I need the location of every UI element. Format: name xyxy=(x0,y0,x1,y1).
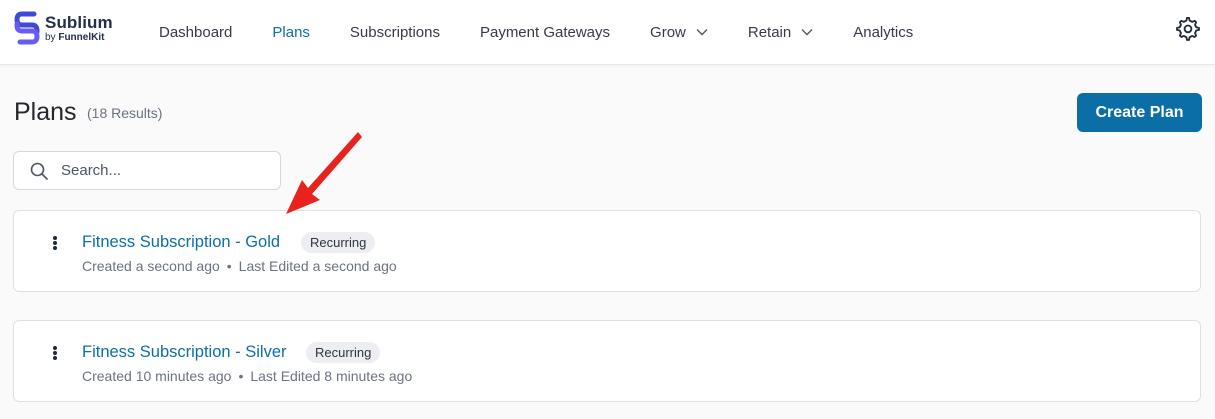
nav-label: Grow xyxy=(650,23,686,41)
plan-name-link[interactable]: Fitness Subscription - Gold xyxy=(82,233,280,252)
meta-separator: • xyxy=(238,368,244,384)
gear-icon[interactable] xyxy=(1176,17,1200,41)
nav-label: Retain xyxy=(747,23,792,41)
plan-name-link[interactable]: Fitness Subscription - Silver xyxy=(82,343,287,362)
nav-label: Plans xyxy=(272,23,310,41)
nav-label: Dashboard xyxy=(159,23,233,41)
annotation-arrow xyxy=(286,132,362,214)
main-nav: Dashboard Plans Subscriptions Payment Ga… xyxy=(159,0,953,64)
results-count: (18 Results) xyxy=(87,105,163,121)
search-icon xyxy=(30,162,48,180)
page-title: Plans xyxy=(14,98,77,126)
nav-retain[interactable]: Retain xyxy=(748,24,813,41)
search-input[interactable] xyxy=(59,161,263,180)
sublium-logo-icon xyxy=(14,11,40,45)
nav-label: Subscriptions xyxy=(349,23,440,41)
brand-company: FunnelKit xyxy=(58,31,105,43)
brand-logo[interactable]: Sublium by FunnelKit xyxy=(14,11,113,45)
nav-grow[interactable]: Grow xyxy=(650,24,708,41)
nav-label: Analytics xyxy=(853,23,914,41)
meta-separator: • xyxy=(226,258,232,274)
kebab-menu-icon[interactable] xyxy=(52,345,58,363)
brand-name: Sublium xyxy=(45,12,113,32)
brand-by: by xyxy=(45,31,56,43)
plan-meta: Created a second ago • Last Edited a secon… xyxy=(82,258,397,274)
nav-payment-gateways[interactable]: Payment Gateways xyxy=(480,24,610,41)
nav-plans[interactable]: Plans xyxy=(272,24,310,41)
plan-type-badge: Recurring xyxy=(301,232,376,253)
plan-type-badge: Recurring xyxy=(306,342,381,363)
plan-meta: Created 10 minutes ago • Last Edited 8 min… xyxy=(82,368,412,384)
create-plan-button[interactable]: Create Plan xyxy=(1077,93,1202,132)
kebab-menu-icon[interactable] xyxy=(52,235,58,253)
plan-edited: Last Edited a second ago xyxy=(238,258,397,274)
chevron-down-icon xyxy=(801,29,813,36)
nav-label: Payment Gateways xyxy=(479,23,611,41)
plan-card[interactable]: Fitness Subscription - Gold Recurring Cr… xyxy=(13,210,1201,292)
top-navigation-bar: Sublium by FunnelKit Dashboard Plans Sub… xyxy=(0,0,1215,65)
brand-byline: by FunnelKit xyxy=(45,31,113,43)
nav-subscriptions[interactable]: Subscriptions xyxy=(350,24,440,41)
nav-dashboard[interactable]: Dashboard xyxy=(159,24,232,41)
chevron-down-icon xyxy=(696,29,708,36)
plan-created: Created a second ago xyxy=(82,258,220,274)
plan-created: Created 10 minutes ago xyxy=(82,368,232,384)
plan-card[interactable]: Fitness Subscription - Silver Recurring … xyxy=(13,320,1201,402)
search-box[interactable] xyxy=(13,151,281,190)
plan-edited: Last Edited 8 minutes ago xyxy=(250,368,413,384)
nav-analytics[interactable]: Analytics xyxy=(853,24,913,41)
